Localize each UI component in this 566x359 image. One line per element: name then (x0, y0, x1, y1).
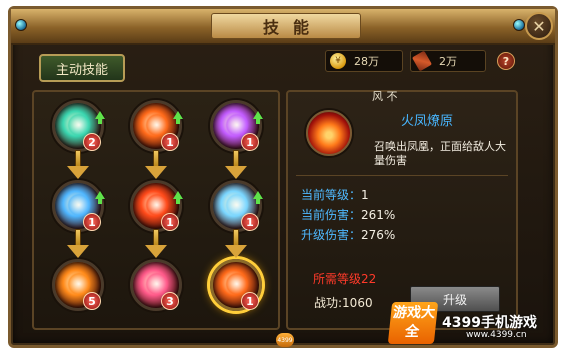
skill-description: 召唤出凤凰，正面给敌人大量伤害 (374, 140, 506, 167)
arrow-down-icon (225, 150, 247, 180)
upgrade-arrow-icon (253, 191, 263, 204)
skill-slot-9[interactable]: 1 (210, 259, 262, 311)
upgrade-arrow-icon (95, 191, 105, 204)
merit-points: 战功:1060 (314, 296, 373, 310)
skill-level-badge: 2 (83, 133, 101, 151)
skill-tag-text: 风 不 (372, 90, 398, 103)
skill-slot-4[interactable]: 1 (52, 180, 105, 232)
title-plate: 技能 (211, 13, 361, 39)
screenshot-frame: 技能 ✕ 主动技能 ¥ 28万 2万 ? 风 不 211111531 火凤燎原 … (0, 0, 566, 359)
required-level: 所需等级22 (313, 272, 377, 286)
arrow-down-icon (145, 150, 167, 180)
help-button[interactable]: ? (497, 52, 515, 70)
tab-active-skills[interactable]: 主动技能 (39, 54, 125, 82)
skill-slot-2[interactable]: 1 (130, 100, 183, 152)
watermark-url: www.4399.cn (466, 330, 527, 340)
watermark-logo: 游戏大全 (387, 302, 439, 344)
upgrade-arrow-icon (173, 191, 183, 204)
skill-slot-3[interactable]: 1 (210, 100, 263, 152)
close-icon: ✕ (532, 16, 546, 36)
skill-name: 火凤燎原 (401, 114, 454, 129)
gem-ornament-icon (15, 19, 27, 31)
stat-upgrade-damage: 升级伤害：276% (301, 228, 396, 242)
title-bar: 技能 ✕ (11, 9, 555, 45)
skill-level-badge: 3 (161, 292, 179, 310)
skill-level-badge: 1 (241, 133, 259, 151)
skill-scroll-icon (411, 50, 433, 72)
gold-counter: ¥ 28万 (325, 50, 403, 72)
skill-level-badge: 5 (83, 292, 101, 310)
window-title: 技能 (262, 18, 323, 37)
divider (296, 175, 508, 176)
skill-slot-7[interactable]: 5 (52, 259, 104, 311)
arrow-down-icon (225, 229, 247, 259)
skill-level-badge: 1 (241, 292, 259, 310)
skill-level-badge: 1 (241, 213, 259, 231)
gold-coin-icon: ¥ (330, 53, 346, 69)
upgrade-arrow-icon (253, 111, 263, 124)
skill-slot-6[interactable]: 1 (210, 180, 263, 232)
arrow-down-icon (145, 229, 167, 259)
bottom-badge: 4399 (276, 333, 294, 347)
skill-slot-8[interactable]: 3 (130, 259, 182, 311)
skill-slot-1[interactable]: 2 (52, 100, 105, 152)
scroll-amount: 2万 (439, 55, 457, 68)
skill-level-badge: 1 (83, 213, 101, 231)
skill-level-badge: 1 (161, 213, 179, 231)
skill-level-badge: 1 (161, 133, 179, 151)
stat-current-level: 当前等级：1 (301, 188, 369, 202)
arrow-down-icon (67, 229, 89, 259)
upgrade-arrow-icon (173, 111, 183, 124)
upgrade-arrow-icon (95, 111, 105, 124)
gold-amount: 28万 (354, 55, 379, 68)
phoenix-flame-icon (306, 110, 352, 156)
close-button[interactable]: ✕ (525, 12, 553, 40)
arrow-down-icon (67, 150, 89, 180)
skill-slot-5[interactable]: 1 (130, 180, 183, 232)
watermark-text: 4399手机游戏 (442, 315, 537, 331)
scroll-counter: 2万 (410, 50, 486, 72)
stat-current-damage: 当前伤害：261% (301, 208, 396, 222)
gem-ornament-icon (513, 19, 525, 31)
